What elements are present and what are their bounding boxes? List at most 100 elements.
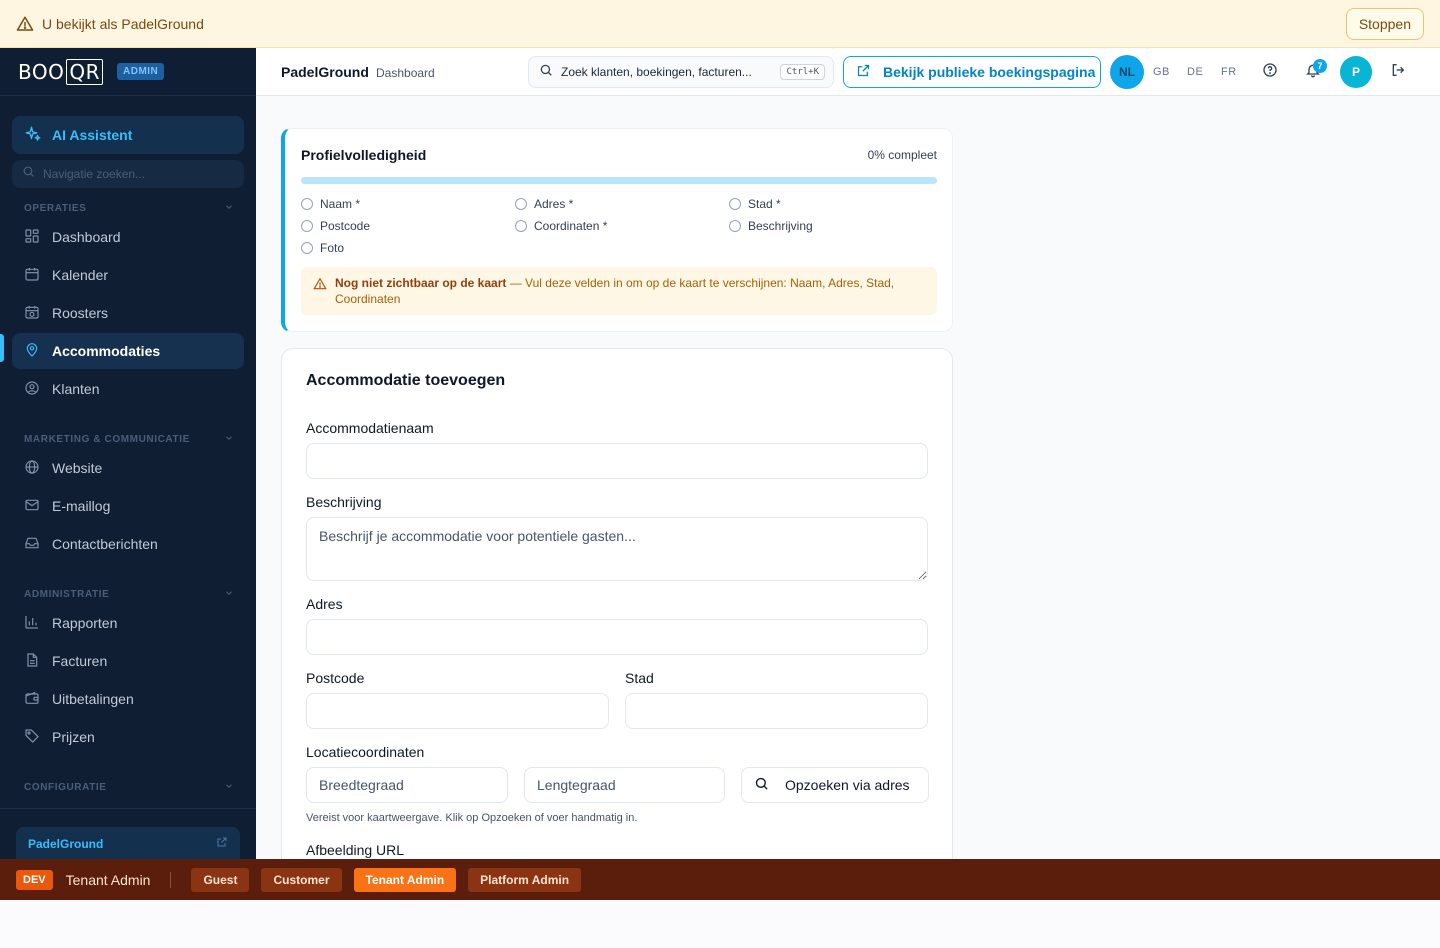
profile-completeness-card: Profielvolledigheid 0% compleet Naam * A…	[281, 128, 953, 332]
checklist-item-foto: Foto	[301, 241, 344, 255]
section-header-marketing[interactable]: MARKETING & COMMUNICATIE	[24, 433, 234, 446]
unchecked-circle-icon	[301, 198, 313, 210]
sidebar-item-uitbetalingen[interactable]: Uitbetalingen	[12, 681, 244, 717]
active-indicator	[0, 334, 4, 362]
sidebar-item-kalender[interactable]: Kalender	[12, 257, 244, 293]
latitude-input[interactable]	[306, 767, 508, 803]
checklist-item-coordinaten: Coordinaten *	[515, 219, 607, 233]
document-icon	[24, 652, 52, 671]
chevron-down-icon	[224, 588, 234, 601]
sidebar-item-prijzen[interactable]: Prijzen	[12, 719, 244, 755]
admin-badge: ADMIN	[117, 63, 165, 80]
sidebar-logo-row: BOO QR ADMIN	[0, 48, 256, 96]
language-de[interactable]: DE	[1187, 66, 1203, 78]
stop-impersonation-button[interactable]: Stoppen	[1345, 8, 1424, 40]
external-link-icon	[856, 63, 883, 81]
name-label: Accommodatienaam	[306, 420, 434, 436]
global-search-input[interactable]	[561, 65, 761, 79]
unchecked-circle-icon	[729, 198, 741, 210]
sidebar-item-facturen[interactable]: Facturen	[12, 643, 244, 679]
unchecked-circle-icon	[515, 198, 527, 210]
sparkles-icon	[24, 125, 52, 146]
address-label: Adres	[306, 596, 343, 612]
breadcrumb: Dashboard	[376, 66, 435, 80]
chevron-down-icon	[224, 202, 234, 215]
postcode-label: Postcode	[306, 670, 365, 686]
public-booking-page-button[interactable]: Bekijk publieke boekingspagina	[843, 56, 1101, 88]
sidebar-item-e-maillog[interactable]: E-maillog	[12, 488, 244, 524]
checklist-item-adres: Adres *	[515, 197, 573, 211]
map-visibility-warning: Nog niet zichtbaar op de kaart — Vul dez…	[301, 267, 937, 315]
mail-icon	[24, 497, 52, 516]
calendar-icon	[24, 266, 52, 285]
name-input[interactable]	[306, 443, 928, 479]
longitude-input[interactable]	[524, 767, 725, 803]
nav-search-input[interactable]	[43, 167, 233, 181]
sidebar-item-klanten[interactable]: Klanten	[12, 371, 244, 407]
schedule-icon	[24, 304, 52, 323]
checklist-item-stad: Stad *	[729, 197, 781, 211]
grid-icon	[24, 228, 52, 247]
description-textarea[interactable]	[306, 517, 928, 581]
section-header-administratie[interactable]: ADMINISTRATIE	[24, 588, 234, 601]
ai-assistant-label: AI Assistent	[52, 127, 133, 143]
logo[interactable]: BOO QR	[18, 58, 103, 85]
role-tenant-admin-button[interactable]: Tenant Admin	[353, 867, 457, 892]
checklist-item-postcode: Postcode	[301, 219, 370, 233]
coordinates-hint: Vereist voor kaartweergave. Klik op Opzo…	[306, 812, 638, 824]
impersonation-message: U bekijkt als PadelGround	[42, 15, 204, 32]
role-platform-admin-button[interactable]: Platform Admin	[468, 867, 582, 892]
sidebar: BOOQR ADMIN AI Assistent OPERATIES Dashb…	[0, 48, 256, 859]
city-input[interactable]	[625, 693, 928, 729]
impersonation-banner: U bekijkt als PadelGround Stoppen	[0, 0, 1440, 48]
global-search: Ctrl+K	[528, 56, 834, 88]
bottom-strip	[0, 900, 1440, 948]
sidebar-item-contactberichten[interactable]: Contactberichten	[12, 526, 244, 562]
lookup-address-button[interactable]: Opzoeken via adres	[741, 767, 929, 803]
tenant-public-link[interactable]: PadelGround	[16, 827, 240, 859]
search-icon	[22, 165, 35, 183]
unchecked-circle-icon	[301, 242, 313, 254]
avatar[interactable]: P	[1340, 56, 1372, 88]
description-label: Beschrijving	[306, 494, 382, 510]
page-title: PadelGround	[281, 64, 369, 80]
role-customer-button[interactable]: Customer	[261, 867, 342, 892]
inbox-icon	[24, 535, 52, 554]
profile-progress-bar	[301, 177, 937, 184]
language-fr[interactable]: FR	[1221, 66, 1237, 78]
sidebar-item-website[interactable]: Website	[12, 450, 244, 486]
logout-icon[interactable]	[1390, 62, 1406, 83]
language-nl[interactable]: NL	[1110, 55, 1144, 89]
sidebar-item-rapporten[interactable]: Rapporten	[12, 605, 244, 641]
coordinates-label: Locatiecoordinaten	[306, 744, 425, 760]
warning-triangle-icon	[313, 277, 327, 295]
checklist-item-naam: Naam *	[301, 197, 360, 211]
profile-completeness-title: Profielvolledigheid	[301, 147, 427, 163]
language-gb[interactable]: GB	[1153, 66, 1170, 78]
dev-role-switcher: DEV Tenant Admin Guest Customer Tenant A…	[0, 859, 1440, 900]
add-accommodation-form: Accommodatie toevoegen Accommodatienaam …	[281, 348, 953, 888]
warning-triangle-icon	[16, 15, 34, 33]
dev-badge: DEV	[16, 869, 53, 890]
search-icon	[539, 63, 553, 82]
top-header: PadelGround Dashboard Ctrl+K Bekijk publ…	[256, 48, 1440, 96]
checklist-item-beschrijving: Beschrijving	[729, 219, 813, 233]
sidebar-footer: PadelGround	[0, 808, 256, 859]
postcode-input[interactable]	[306, 693, 609, 729]
section-header-configuratie[interactable]: CONFIGURATIE	[24, 781, 234, 794]
sidebar-item-dashboard[interactable]: Dashboard	[12, 219, 244, 255]
bar-chart-icon	[24, 614, 52, 633]
divider	[170, 871, 172, 888]
role-guest-button[interactable]: Guest	[191, 867, 250, 892]
current-role-label: Tenant Admin	[65, 871, 151, 888]
help-icon[interactable]	[1262, 62, 1278, 83]
ai-assistant-button[interactable]: AI Assistent	[12, 116, 244, 154]
sidebar-item-roosters[interactable]: Roosters	[12, 295, 244, 331]
wallet-icon	[24, 690, 52, 709]
location-pin-icon	[24, 342, 52, 361]
notification-count-badge: 7	[1313, 59, 1327, 73]
sidebar-item-accommodaties[interactable]: Accommodaties	[12, 333, 244, 369]
image-url-label: Afbeelding URL	[306, 842, 405, 858]
section-header-operaties[interactable]: OPERATIES	[24, 202, 234, 215]
address-input[interactable]	[306, 619, 928, 655]
